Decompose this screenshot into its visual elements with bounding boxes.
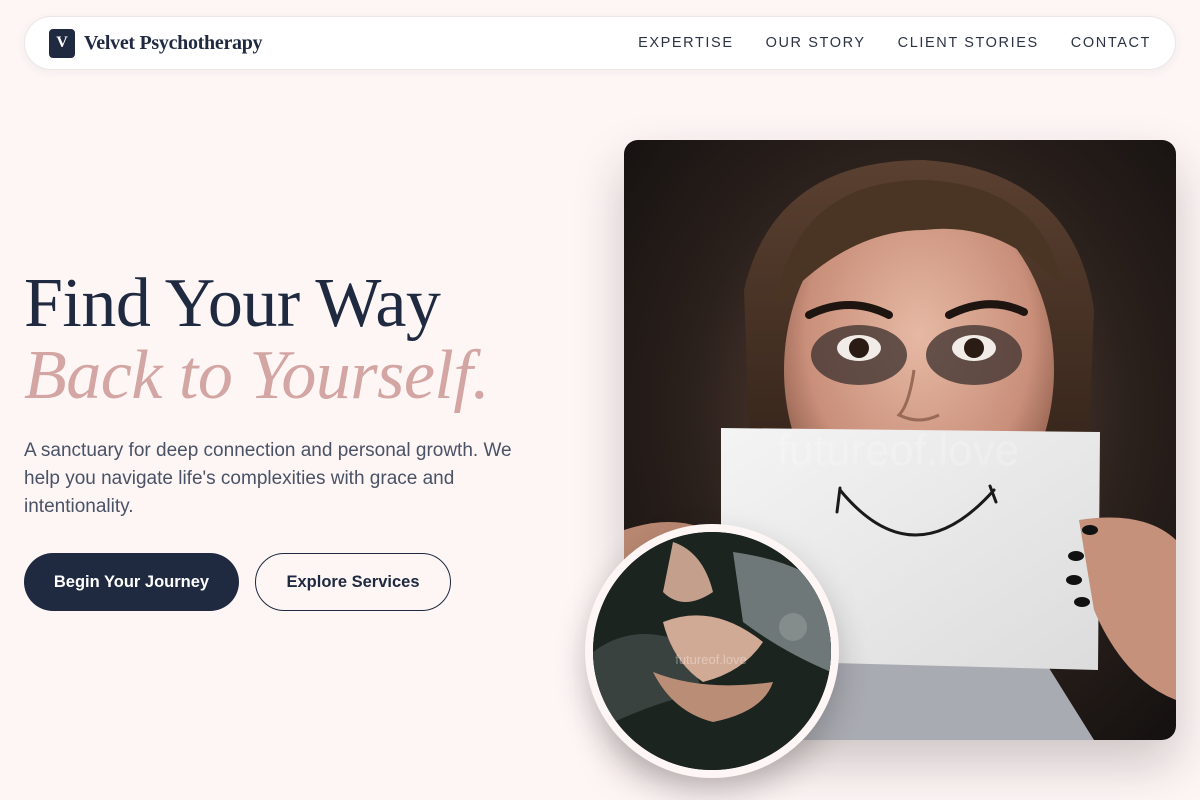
hero-title-line1: Find Your Way [24, 265, 441, 342]
hero-description: A sanctuary for deep connection and pers… [24, 440, 512, 517]
hero-title-line2: Back to Yourself. [24, 337, 490, 414]
nav-link-contact[interactable]: CONTACT [1071, 35, 1151, 51]
hero-inset-image: futureof.love [585, 524, 839, 778]
begin-journey-button[interactable]: Begin Your Journey [24, 553, 239, 611]
nav-links: EXPERTISE OUR STORY CLIENT STORIES CONTA… [638, 35, 1151, 51]
explore-services-button[interactable]: Explore Services [255, 553, 451, 611]
top-navbar: V Velvet Psychotherapy EXPERTISE OUR STO… [24, 16, 1176, 70]
main-image-watermark: futureof.love [777, 426, 1019, 475]
nav-link-client-stories[interactable]: CLIENT STORIES [898, 35, 1039, 51]
nav-link-our-story[interactable]: OUR STORY [766, 35, 866, 51]
brand-mark-icon: V [49, 28, 75, 58]
inset-image-watermark: futureof.love [675, 652, 747, 667]
hero-title: Find Your Way Back to Yourself. [24, 265, 490, 414]
nav-link-expertise[interactable]: EXPERTISE [638, 35, 734, 51]
brand-name: Velvet Psychotherapy [84, 31, 263, 54]
brand-logo[interactable]: V Velvet Psychotherapy [49, 28, 263, 58]
